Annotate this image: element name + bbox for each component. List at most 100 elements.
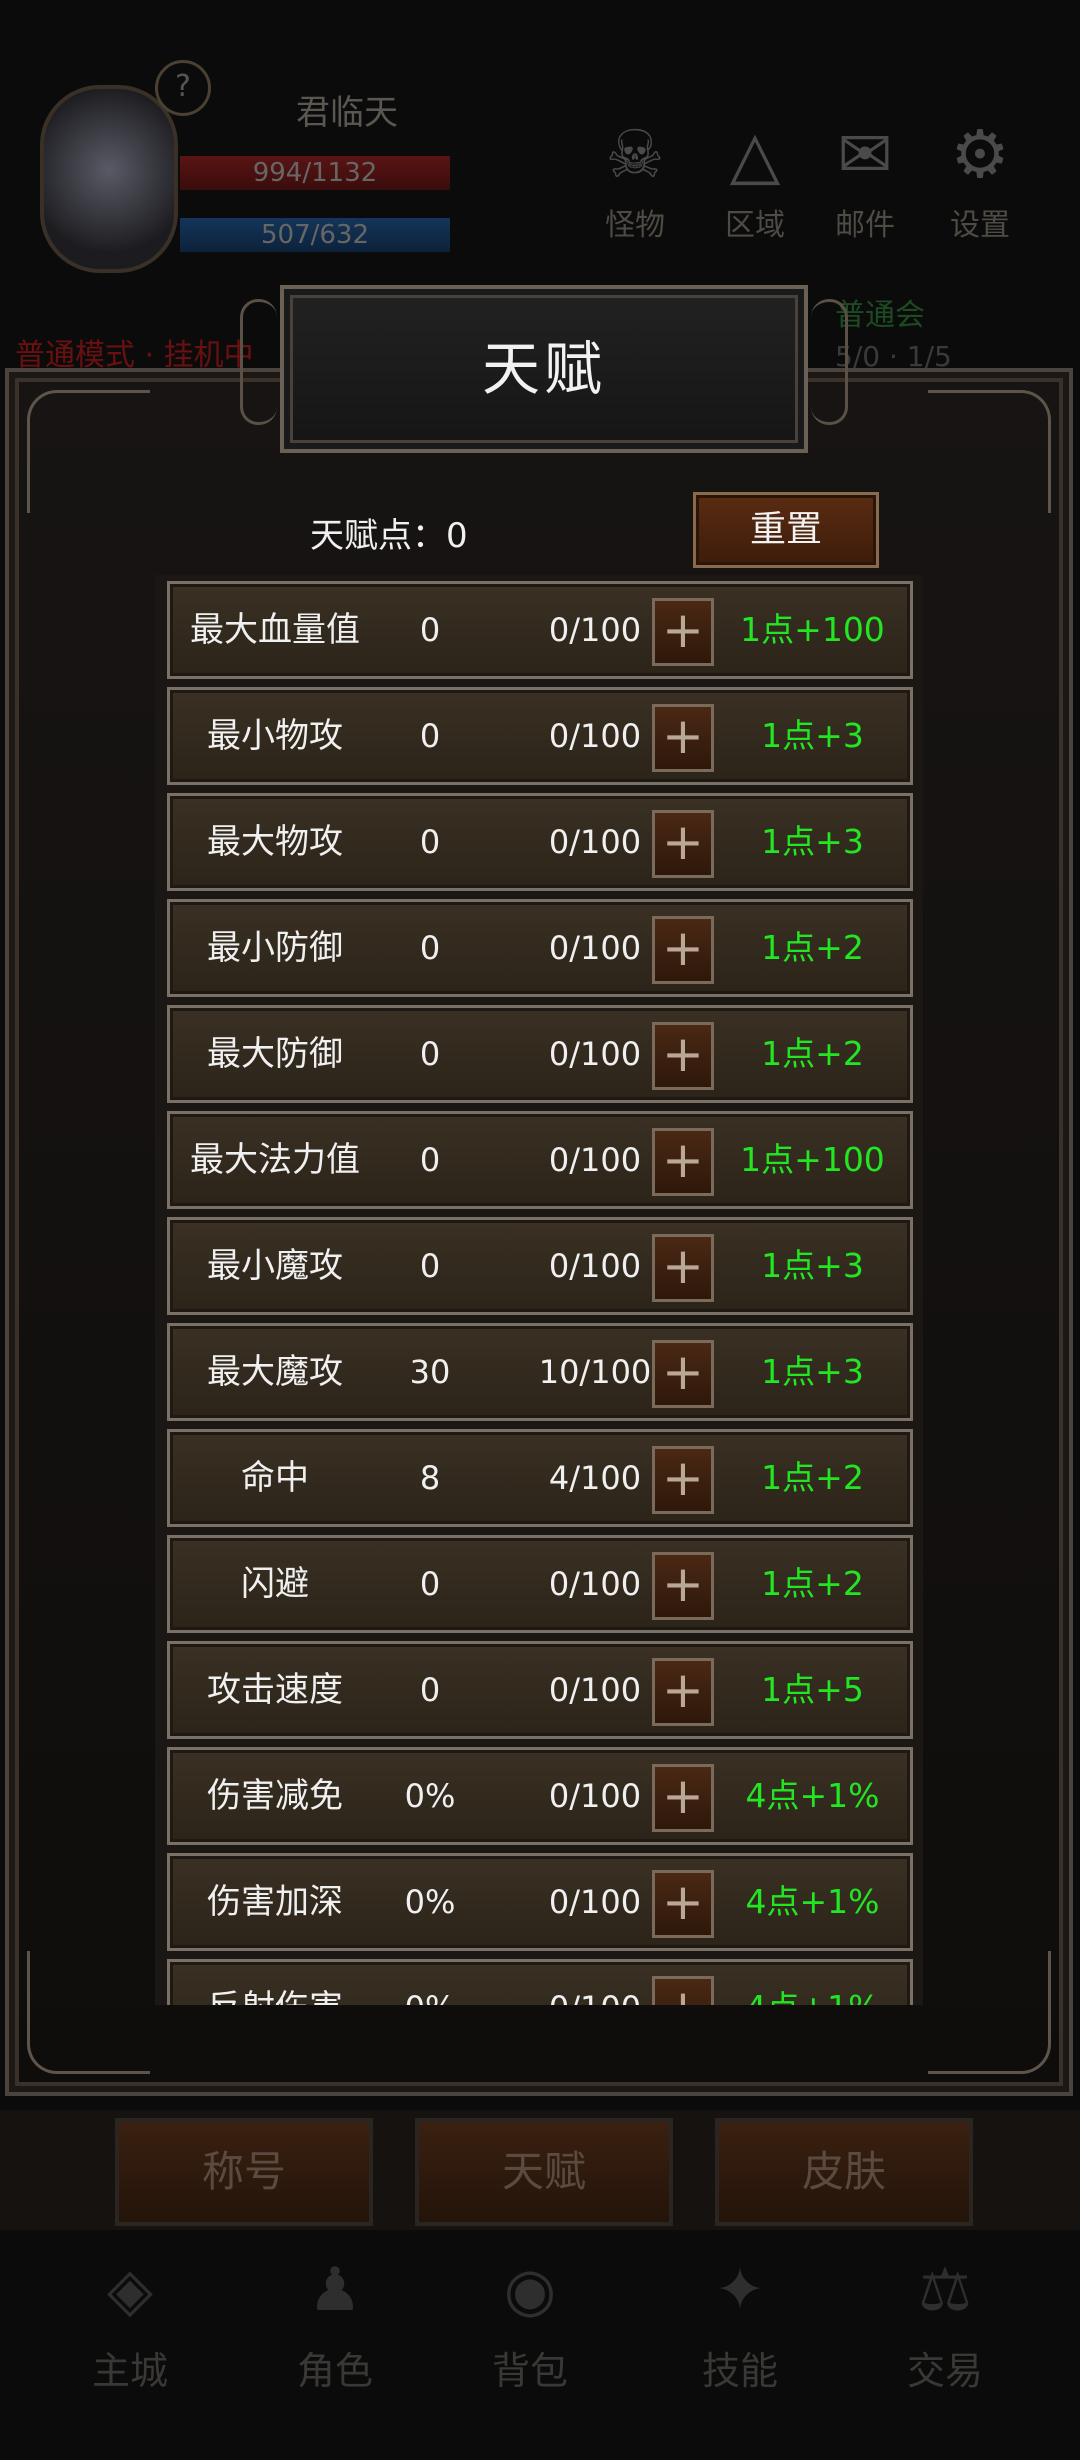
player-name: 君临天	[296, 93, 398, 133]
talent-progress: 0/100	[548, 929, 642, 967]
talent-list[interactable]: 最大血量值 0 0/100 +1点+100 最小物攻 0 0/100 +1点+3 最大物攻 0 0/…	[155, 575, 923, 2005]
talent-bonus: 1点+3	[761, 1352, 864, 1391]
topnav-area[interactable]: △ 区域	[715, 110, 795, 244]
talent-bonus: 1点+3	[761, 1246, 864, 1285]
talent-name: 最小物攻	[207, 716, 343, 756]
talent-bonus: 1点+2	[761, 928, 864, 967]
topnav-monster[interactable]: ☠ 怪物	[595, 110, 675, 244]
bottom-nav-bag-label: 背包	[491, 2349, 568, 2393]
talent-value: 0	[419, 611, 441, 649]
talent-name: 最小防御	[207, 928, 343, 968]
triangle-icon: △	[729, 116, 781, 193]
talent-bonus: 1点+3	[761, 716, 864, 755]
reset-button[interactable]: 重置	[693, 492, 879, 568]
help-badge-icon[interactable]: ?	[155, 60, 211, 116]
talent-progress: 0/100	[548, 1883, 642, 1921]
bottom-nav-trade-label: 交易	[906, 2349, 983, 2393]
talent-progress: 0/100	[548, 823, 642, 861]
modal-title-plate: 天赋	[240, 285, 848, 453]
talent-value: 0%	[404, 1883, 456, 1921]
talent-progress: 0/100	[530, 1962, 660, 2005]
talent-value: 0%	[404, 1777, 456, 1815]
add-point-button[interactable]: +	[652, 1446, 714, 1514]
frame-ornament	[27, 1951, 150, 2074]
talent-name: 最大防御	[207, 1034, 343, 1074]
frame-ornament	[928, 1951, 1051, 2074]
add-point-button[interactable]: +	[652, 1340, 714, 1408]
talent-value: 0	[419, 1565, 441, 1603]
talent-bonus: 1点+5	[761, 1670, 864, 1709]
topnav-mail[interactable]: ✉ 邮件	[825, 110, 905, 244]
talent-value: 0	[419, 1035, 441, 1073]
talent-name: 攻击速度	[207, 1670, 343, 1710]
talent-row: 最大血量值 0 0/100 +1点+100	[167, 581, 913, 679]
topnav-mail-label: 邮件	[835, 208, 895, 243]
talent-value: 30	[409, 1353, 451, 1391]
add-point-button[interactable]: +	[652, 1022, 714, 1090]
talent-row: 命中 8 4/100 +1点+2	[167, 1429, 913, 1527]
talent-row: 最大法力值 0 0/100 +1点+100	[167, 1111, 913, 1209]
talent-bonus: 1点+100	[740, 610, 885, 649]
topnav-settings[interactable]: ⚙ 设置	[940, 110, 1020, 244]
trade-icon: ⚖	[918, 2255, 972, 2325]
talent-row: 最大防御 0 0/100 +1点+2	[167, 1005, 913, 1103]
talent-name: 最大物攻	[207, 822, 343, 862]
frame-ornament	[27, 390, 150, 513]
talent-name: 闪避	[241, 1564, 309, 1604]
talent-row: 闪避 0 0/100 +1点+2	[167, 1535, 913, 1633]
talent-bonus: 4点+1%	[745, 1776, 880, 1815]
talent-row: 最小防御 0 0/100 +1点+2	[167, 899, 913, 997]
hp-bar: 994/1132	[180, 156, 450, 190]
talent-row: 伤害加深 0% 0/100 +4点+1%	[167, 1853, 913, 1951]
bottom-nav-trade[interactable]: ⚖ 交易	[885, 2240, 1005, 2395]
bottom-nav-bag[interactable]: ◉ 背包	[470, 2240, 590, 2395]
topnav-settings-label: 设置	[950, 208, 1010, 243]
talent-name: 最大法力值	[190, 1140, 360, 1180]
modal-title: 天赋	[481, 335, 606, 403]
talent-value: 0	[419, 1141, 441, 1179]
talent-bonus: 1点+100	[740, 1140, 885, 1179]
add-point-button[interactable]: +	[652, 916, 714, 984]
bottom-nav-skill[interactable]: ✦ 技能	[680, 2240, 800, 2395]
bottom-nav-city-label: 主城	[91, 2349, 168, 2393]
tab-talent[interactable]: 天赋	[415, 2118, 673, 2226]
mp-bar: 507/632	[180, 218, 450, 252]
add-point-button[interactable]: +	[652, 810, 714, 878]
talent-value: 8	[419, 1459, 441, 1497]
talent-bonus: 1点+2	[761, 1034, 864, 1073]
add-point-button[interactable]: +	[652, 1976, 714, 2005]
skill-icon: ✦	[714, 2255, 766, 2325]
add-point-button[interactable]: +	[652, 1870, 714, 1938]
add-point-button[interactable]: +	[652, 1764, 714, 1832]
talent-name: 伤害减免	[207, 1776, 343, 1816]
talent-progress: 10/100	[538, 1353, 652, 1391]
tab-skin[interactable]: 皮肤	[715, 2118, 973, 2226]
add-point-button[interactable]: +	[652, 704, 714, 772]
player-avatar[interactable]	[40, 85, 178, 273]
mail-icon: ✉	[837, 116, 893, 193]
talent-row: 最大物攻 0 0/100 +1点+3	[167, 793, 913, 891]
talent-points-label: 天赋点：0	[310, 516, 468, 556]
bottom-nav-skill-label: 技能	[701, 2349, 778, 2393]
add-point-button[interactable]: +	[652, 1128, 714, 1196]
bag-icon: ◉	[503, 2255, 557, 2325]
bottom-nav-character-label: 角色	[296, 2349, 373, 2393]
add-point-button[interactable]: +	[652, 1552, 714, 1620]
city-icon: ◈	[106, 2255, 154, 2325]
tab-title[interactable]: 称号	[115, 2118, 373, 2226]
bottom-nav-city[interactable]: ◈ 主城	[70, 2240, 190, 2395]
talent-bonus: 4点+1%	[745, 1882, 880, 1921]
bottom-nav-character[interactable]: ♟ 角色	[275, 2240, 395, 2395]
talent-progress: 0/100	[548, 717, 642, 755]
status-right: 普通会	[835, 298, 925, 333]
add-point-button[interactable]: +	[652, 1658, 714, 1726]
add-point-button[interactable]: +	[652, 598, 714, 666]
talent-progress: 0/100	[548, 611, 642, 649]
add-point-button[interactable]: +	[652, 1234, 714, 1302]
talent-value: 0	[419, 1247, 441, 1285]
frame-ornament	[928, 390, 1051, 513]
talent-progress: 0/100	[548, 1035, 642, 1073]
talent-progress: 0/100	[548, 1141, 642, 1179]
skull-icon: ☠	[605, 116, 665, 193]
talent-value: 0	[419, 823, 441, 861]
